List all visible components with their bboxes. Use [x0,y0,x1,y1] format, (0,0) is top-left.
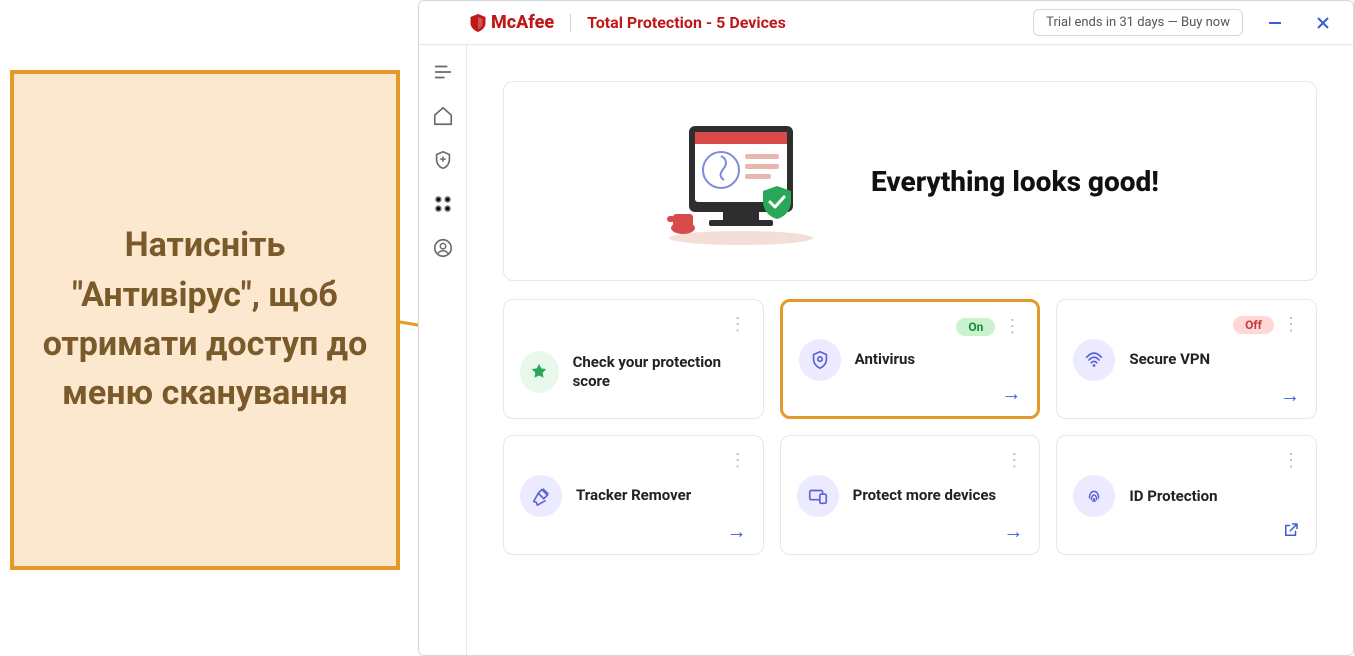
menu-icon [432,61,454,83]
status-badge-on: On [956,318,995,336]
card-label: Check your protection score [573,353,747,391]
account-icon [432,237,454,259]
card-secure-vpn[interactable]: Off ⋮ Secure VPN → [1056,299,1317,419]
card-id-protection[interactable]: ⋮ ID Protection [1056,435,1317,555]
broom-icon [520,475,562,517]
sidebar-menu-button[interactable] [430,59,456,85]
product-name: Total Protection - 5 Devices [587,13,786,32]
card-menu-button[interactable]: ⋮ [729,316,747,334]
card-label: Antivirus [855,350,915,369]
sidebar-apps-button[interactable] [430,191,456,217]
annotation-text: Натисніть "Антивірус", щоб отримати дост… [40,221,370,418]
open-arrow-button[interactable]: → [727,519,747,544]
home-icon [432,105,454,127]
body-row: Everything looks good! ⋮ Check your prot… [419,45,1353,655]
devices-icon [797,475,839,517]
card-menu-button[interactable]: ⋮ [1282,452,1300,470]
brand-name: McAfee [491,12,554,33]
close-icon [1315,15,1331,31]
brand-block: McAfee Total Protection - 5 Devices [469,12,786,33]
app-window: McAfee Total Protection - 5 Devices Tria… [418,0,1354,656]
fingerprint-icon [1073,475,1115,517]
card-menu-button[interactable]: ⋮ [1282,316,1300,334]
card-menu-button[interactable]: ⋮ [729,452,747,470]
external-link-icon [1282,521,1300,539]
mcafee-shield-icon [469,13,487,33]
open-arrow-button[interactable]: → [1003,519,1023,544]
card-label: Secure VPN [1129,350,1210,369]
window-controls [1263,11,1335,35]
minimize-button[interactable] [1263,11,1287,35]
close-button[interactable] [1311,11,1335,35]
status-badge-off: Off [1233,316,1274,334]
card-protection-score[interactable]: ⋮ Check your protection score [503,299,764,419]
card-label: Protect more devices [853,486,996,505]
trial-pill[interactable]: Trial ends in 31 days — Buy now [1033,9,1243,36]
card-menu-button[interactable]: ⋮ [1003,318,1021,336]
sidebar-shield-button[interactable] [430,147,456,173]
minimize-icon [1267,15,1283,31]
external-link-button[interactable] [1282,520,1300,544]
brand-divider [570,14,571,32]
card-label: Tracker Remover [576,486,691,505]
sidebar-account-button[interactable] [430,235,456,261]
content: Everything looks good! ⋮ Check your prot… [467,45,1353,655]
grid-icon [432,193,454,215]
shield-plus-icon [432,149,454,171]
card-protect-devices[interactable]: ⋮ Protect more devices → [780,435,1041,555]
hero-headline: Everything looks good! [871,165,1159,198]
card-tracker-remover[interactable]: ⋮ Tracker Remover → [503,435,764,555]
vpn-icon [1073,339,1115,381]
hero-card: Everything looks good! [503,81,1317,281]
antivirus-icon [799,339,841,381]
card-antivirus[interactable]: On ⋮ Antivirus → [780,299,1041,419]
brand-logo: McAfee [469,12,554,33]
open-arrow-button[interactable]: → [1001,381,1021,406]
card-label: ID Protection [1129,487,1217,506]
hero-illustration [661,116,821,246]
card-menu-button[interactable]: ⋮ [1005,452,1023,470]
titlebar: McAfee Total Protection - 5 Devices Tria… [419,1,1353,45]
cards-grid: ⋮ Check your protection score On ⋮ [503,299,1317,555]
annotation-callout: Натисніть "Антивірус", щоб отримати дост… [10,70,400,570]
open-arrow-button[interactable]: → [1280,383,1300,408]
star-icon [520,351,559,393]
sidebar-home-button[interactable] [430,103,456,129]
sidebar [419,45,467,655]
